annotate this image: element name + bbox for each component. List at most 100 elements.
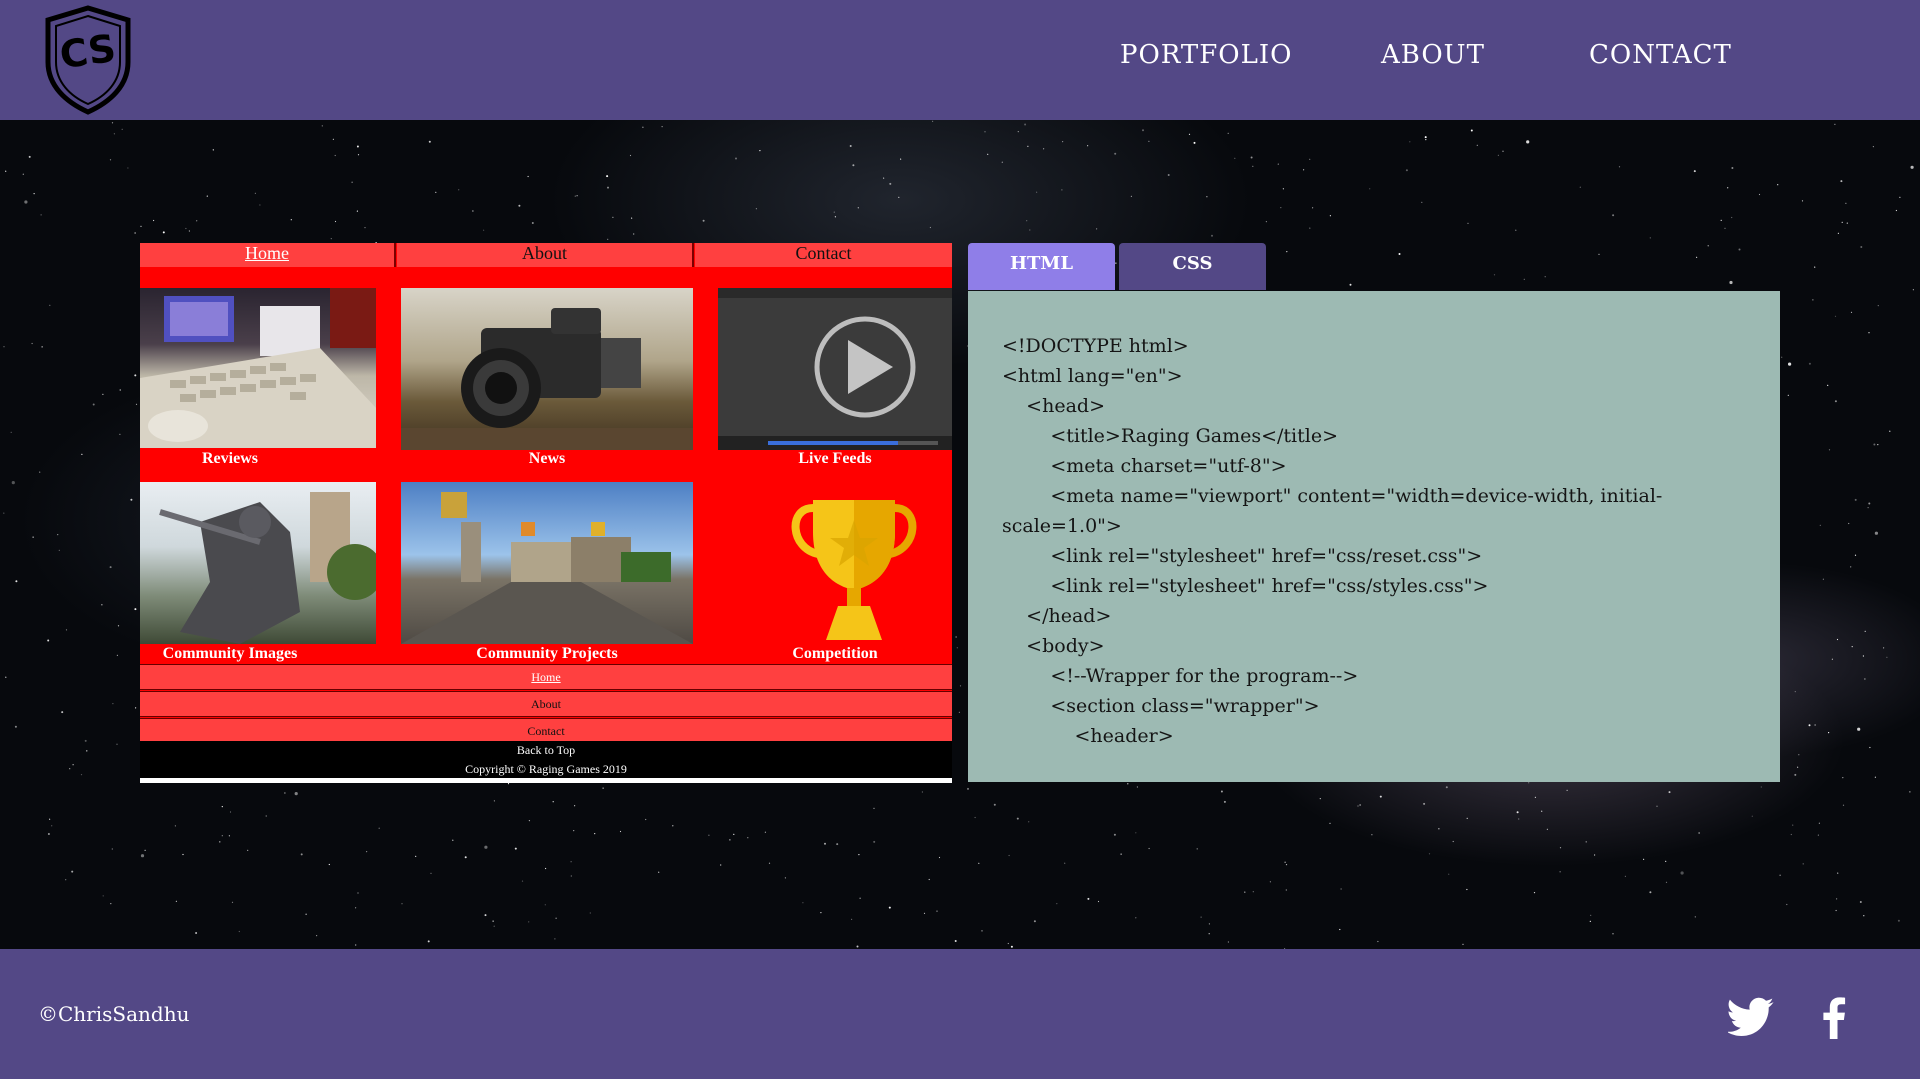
star xyxy=(65,879,67,881)
caption-competition: Competition xyxy=(792,645,878,662)
star xyxy=(1873,443,1876,446)
caption-community-images: Community Images xyxy=(162,645,298,662)
preview-footer-about[interactable]: About xyxy=(140,691,952,717)
star xyxy=(531,222,534,224)
star xyxy=(1835,909,1837,912)
star xyxy=(1895,209,1897,212)
star xyxy=(452,839,454,841)
preview-nav-about[interactable]: About xyxy=(397,243,694,267)
star xyxy=(1860,246,1863,248)
news-image[interactable] xyxy=(401,288,693,450)
star xyxy=(1760,786,1762,788)
star xyxy=(484,914,487,917)
star xyxy=(1130,195,1132,197)
star xyxy=(247,849,249,852)
star xyxy=(528,921,530,923)
star xyxy=(1476,144,1478,146)
facebook-icon[interactable] xyxy=(1822,997,1846,1039)
star xyxy=(889,182,892,185)
star xyxy=(1269,881,1271,883)
star xyxy=(1188,133,1191,135)
star xyxy=(1462,943,1464,945)
star xyxy=(1779,874,1781,876)
star xyxy=(28,155,31,158)
star xyxy=(836,843,839,846)
tab-css[interactable]: CSS xyxy=(1119,243,1266,290)
star xyxy=(305,913,307,915)
star xyxy=(1452,840,1454,843)
competition-image[interactable] xyxy=(718,482,952,644)
star xyxy=(1790,833,1792,836)
star xyxy=(3,512,5,514)
star xyxy=(1211,234,1213,237)
star xyxy=(1594,854,1596,856)
star xyxy=(607,186,609,189)
nav-about[interactable]: ABOUT xyxy=(1381,40,1485,70)
star xyxy=(1528,782,1530,784)
star xyxy=(1113,833,1116,836)
back-to-top-link[interactable]: Back to Top xyxy=(140,743,952,758)
star xyxy=(987,153,989,155)
star xyxy=(206,195,208,197)
star xyxy=(1834,400,1837,403)
star xyxy=(1016,817,1019,820)
star xyxy=(1114,152,1117,155)
preview-divider xyxy=(140,778,952,783)
star xyxy=(464,856,467,859)
star xyxy=(923,912,926,915)
star xyxy=(356,210,358,212)
star xyxy=(1516,811,1519,814)
star xyxy=(134,232,136,234)
tab-html[interactable]: HTML xyxy=(968,243,1115,290)
video-player xyxy=(718,288,952,450)
star xyxy=(993,803,996,806)
star xyxy=(1127,783,1129,785)
star xyxy=(1624,875,1626,878)
twitter-icon[interactable] xyxy=(1728,997,1774,1037)
star xyxy=(364,227,366,229)
star xyxy=(1819,524,1821,526)
live-feeds-image[interactable] xyxy=(718,288,952,450)
star xyxy=(518,204,521,207)
star xyxy=(1864,630,1866,632)
community-images-image[interactable] xyxy=(140,482,376,644)
star xyxy=(602,787,604,789)
star xyxy=(1818,822,1820,824)
star xyxy=(1859,901,1862,903)
nav-contact[interactable]: CONTACT xyxy=(1589,40,1732,70)
star xyxy=(959,685,962,687)
star xyxy=(645,818,647,821)
star xyxy=(130,498,133,501)
star xyxy=(1794,773,1797,776)
star xyxy=(1087,897,1090,900)
star xyxy=(1369,188,1371,190)
star xyxy=(824,842,826,845)
star xyxy=(1912,289,1914,291)
community-projects-image[interactable] xyxy=(401,482,693,644)
preview-nav-contact[interactable]: Contact xyxy=(695,243,952,267)
reviews-image[interactable] xyxy=(140,288,376,448)
star xyxy=(1200,916,1202,918)
star xyxy=(955,636,957,638)
star xyxy=(1751,815,1753,817)
star xyxy=(1899,196,1901,198)
star xyxy=(290,219,292,221)
nav-portfolio[interactable]: PORTFOLIO xyxy=(1120,40,1292,70)
star xyxy=(334,220,337,223)
star xyxy=(1405,169,1408,172)
star xyxy=(40,214,42,216)
star xyxy=(1029,229,1031,231)
star xyxy=(330,238,332,240)
preview-footer-home[interactable]: Home xyxy=(140,664,952,690)
star xyxy=(41,346,43,348)
star xyxy=(545,867,547,870)
star xyxy=(58,549,60,551)
star xyxy=(39,471,41,473)
preview-nav-home[interactable]: Home xyxy=(140,243,396,267)
star xyxy=(1329,215,1331,217)
star xyxy=(1277,163,1279,165)
star xyxy=(928,878,930,881)
star xyxy=(1371,834,1373,836)
star xyxy=(833,211,835,213)
star xyxy=(134,608,137,611)
